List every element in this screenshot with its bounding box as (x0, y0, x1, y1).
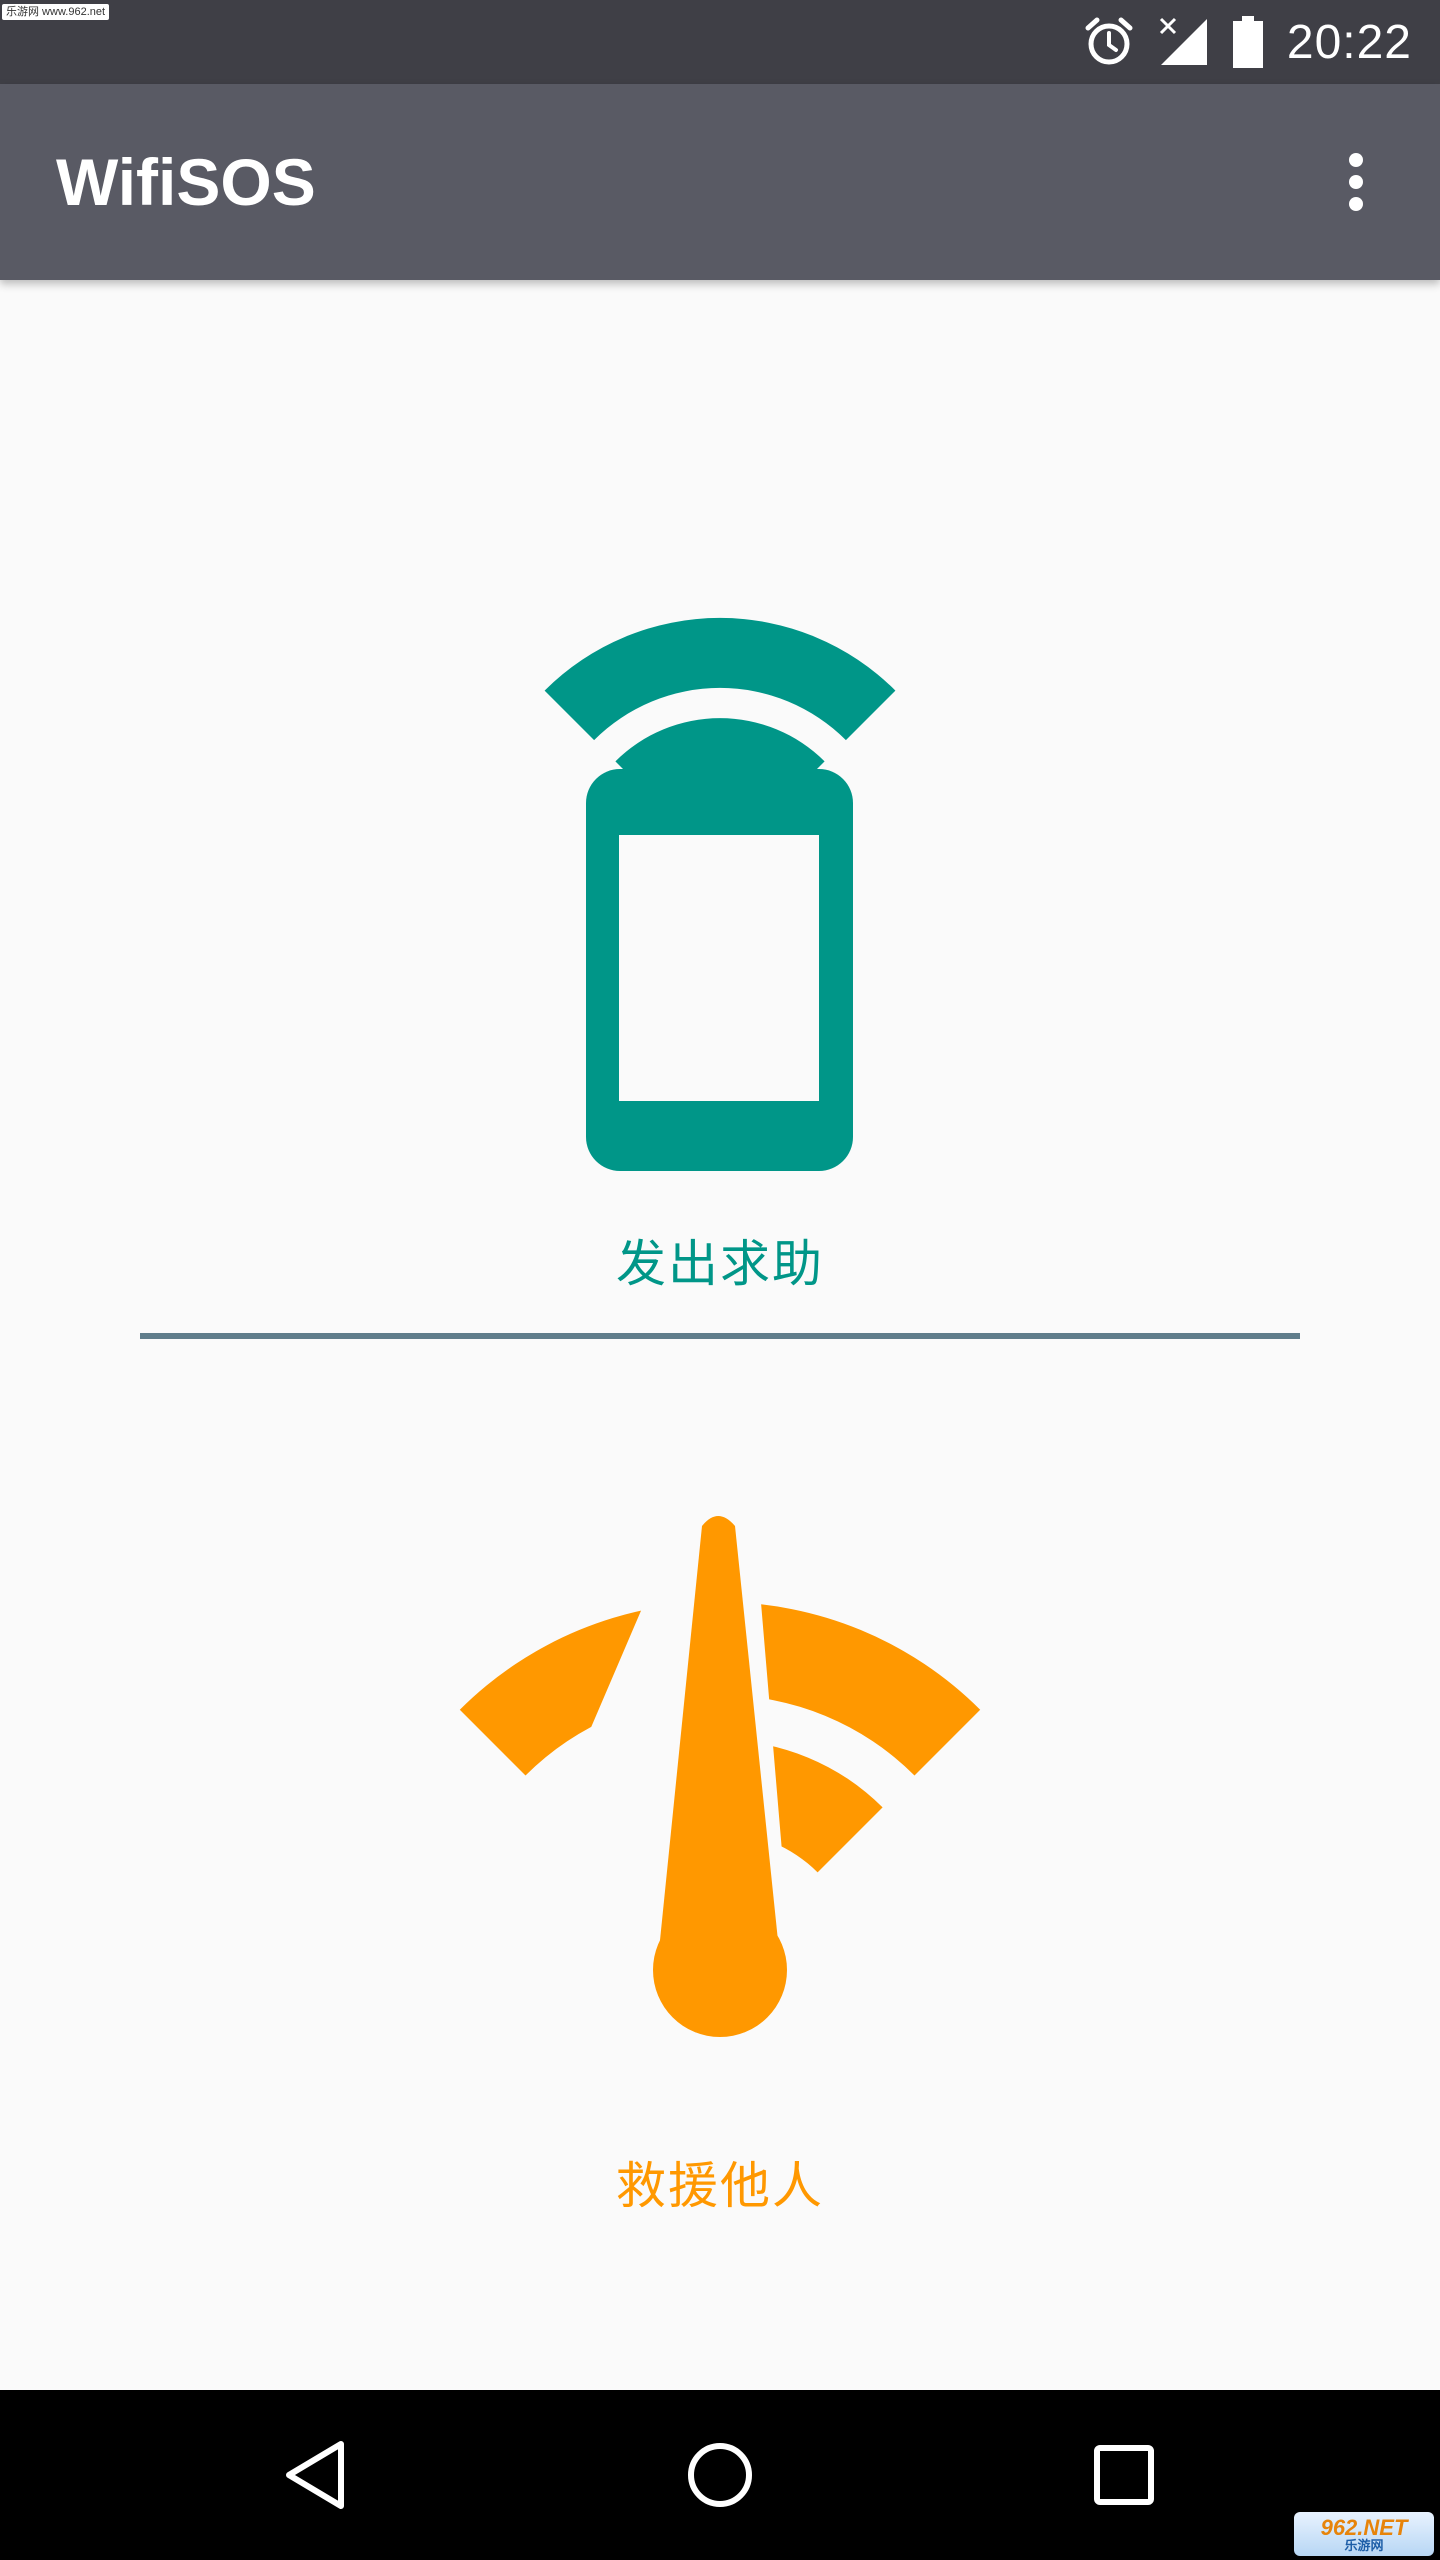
phone-broadcast-icon (544, 617, 896, 1171)
phone-broadcast-icon-wrap (0, 466, 1440, 1176)
back-icon (286, 2441, 344, 2509)
battery-icon (1232, 16, 1263, 68)
overflow-menu-button[interactable] (1316, 142, 1396, 222)
divider (140, 1333, 1300, 1339)
watermark-sub: 乐游网 (1344, 2537, 1384, 2553)
send-help-button[interactable]: 发出求助 (0, 280, 1440, 1330)
status-bar: 乐游网 www.962.net 20:22 (0, 0, 1440, 84)
home-button[interactable] (670, 2425, 770, 2525)
home-icon (688, 2443, 752, 2507)
navigation-bar: 962.NET 乐游网 (0, 2390, 1440, 2560)
recents-icon (1094, 2445, 1154, 2505)
watermark-main: 962.NET (1320, 2514, 1408, 2540)
back-button[interactable] (266, 2425, 366, 2525)
app-title: WifiSOS (56, 145, 316, 219)
watermark-bottom: 962.NET 乐游网 (1294, 2512, 1434, 2556)
recents-button[interactable] (1074, 2425, 1174, 2525)
wifi-gauge-icon-wrap (0, 1500, 1440, 2040)
app-bar: WifiSOS (0, 84, 1440, 280)
status-icons: 20:22 (1083, 0, 1412, 84)
wifi-gauge-icon (459, 1516, 981, 2037)
no-sim-signal-icon (1159, 17, 1209, 67)
alarm-icon (1083, 16, 1135, 68)
rescue-others-button[interactable]: 救援他人 (0, 1340, 1440, 2390)
clock: 20:22 (1286, 15, 1412, 69)
rescue-others-label: 救援他人 (616, 2157, 824, 2215)
send-help-label: 发出求助 (616, 1235, 824, 1293)
watermark-top: 乐游网 www.962.net (2, 4, 110, 20)
overflow-menu-icon (1349, 153, 1363, 211)
